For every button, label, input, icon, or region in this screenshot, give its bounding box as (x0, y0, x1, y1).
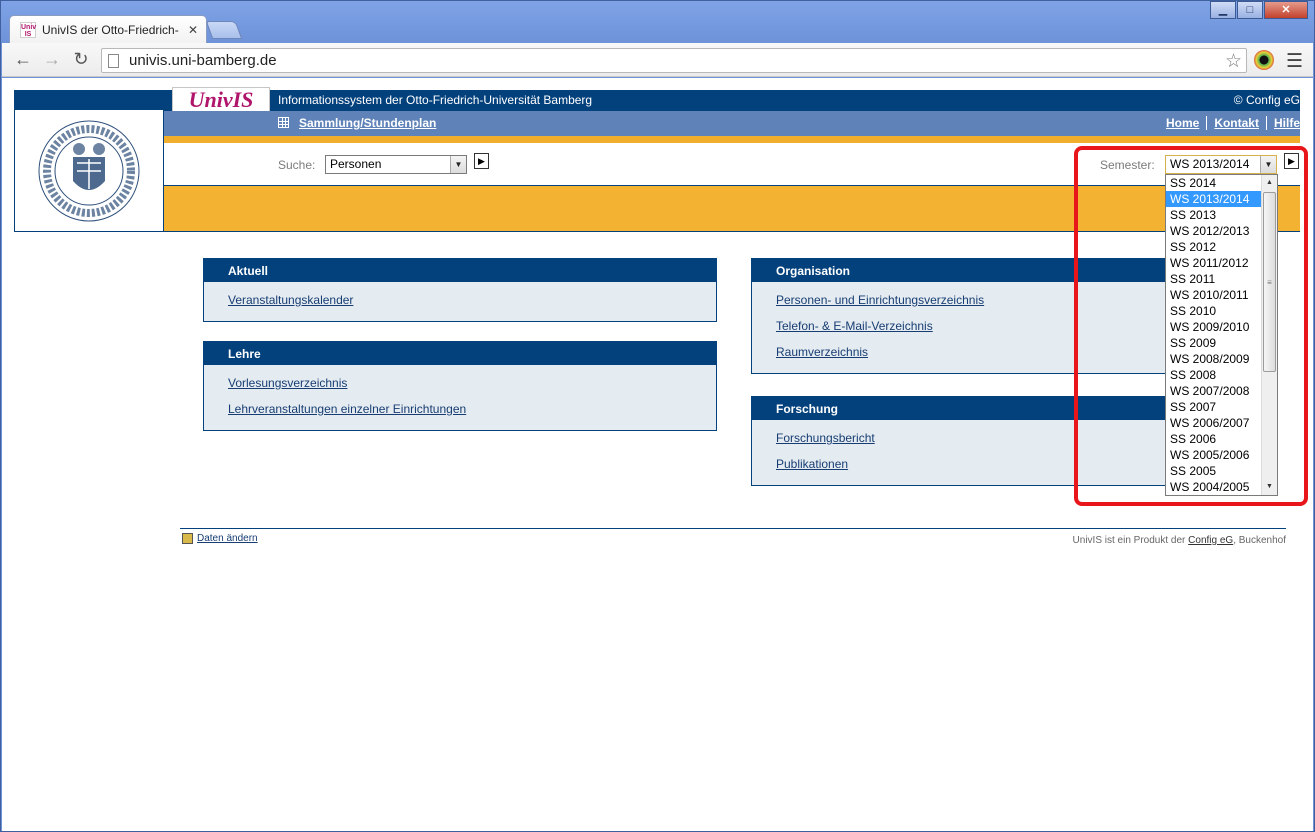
semester-option[interactable]: WS 2010/2011 (1166, 287, 1262, 303)
search-type-select[interactable]: Personen ▼ (325, 155, 467, 174)
navigation-bar: Sammlung/Stundenplan Home Kontakt Hilfe (164, 111, 1300, 136)
nav-links: Home Kontakt Hilfe (1159, 116, 1300, 130)
semester-label: Semester: (1100, 158, 1155, 172)
orange-divider (164, 136, 1300, 143)
nav-sammlung-stundenplan[interactable]: Sammlung/Stundenplan (299, 116, 436, 130)
box-aktuell-title: Aktuell (204, 259, 716, 282)
close-window-button[interactable]: ✕ (1264, 1, 1308, 19)
semester-option[interactable]: SS 2012 (1166, 239, 1262, 255)
semester-option[interactable]: WS 2004/2005 (1166, 479, 1262, 495)
semester-option[interactable]: WS 2012/2013 (1166, 223, 1262, 239)
maximize-button[interactable]: □ (1237, 1, 1263, 19)
footer-product-text: UnivIS ist ein Produkt der (1072, 535, 1186, 546)
semester-option[interactable]: SS 2010 (1166, 303, 1262, 319)
minimize-button[interactable]: ▁ (1210, 1, 1236, 19)
link-lehrveranstaltungen[interactable]: Lehrveranstaltungen einzelner Einrichtun… (228, 402, 716, 416)
orange-band (164, 185, 1300, 232)
semester-select[interactable]: WS 2013/2014 ▼ (1165, 155, 1277, 174)
web-page: UnivIS Informationssystem der Otto-Fried… (2, 78, 1313, 831)
back-arrow-icon[interactable]: ← (12, 50, 34, 70)
semester-option[interactable]: WS 2006/2007 (1166, 415, 1262, 431)
scroll-thumb[interactable]: ≡ (1263, 192, 1276, 372)
page-icon (108, 53, 119, 68)
system-title: Informationssystem der Otto-Friedrich-Un… (278, 93, 593, 107)
search-row: Suche: Personen ▼ ▶ Semester: ▶ (164, 143, 1300, 185)
semester-option[interactable]: WS 2011/2012 (1166, 255, 1262, 271)
tab-title: UnivIS der Otto-Friedrich- (42, 22, 179, 37)
new-tab-button[interactable] (205, 21, 243, 39)
search-label: Suche: (278, 158, 316, 172)
university-seal-icon (38, 120, 140, 221)
link-vorlesungsverzeichnis[interactable]: Vorlesungsverzeichnis (228, 376, 716, 390)
forward-arrow-icon[interactable]: → (41, 50, 63, 70)
logo-top-strip (14, 90, 164, 110)
browser-toolbar: ← → ↻ ☆ ☰ (2, 43, 1313, 77)
scroll-down-icon[interactable]: ▼ (1262, 479, 1277, 495)
semester-option[interactable]: SS 2014 (1166, 175, 1262, 191)
search-type-value: Personen (330, 157, 382, 171)
link-veranstaltungskalender[interactable]: Veranstaltungskalender (228, 293, 716, 307)
semester-option[interactable]: SS 2005 (1166, 463, 1262, 479)
daten-aendern-link[interactable]: Daten ändern (197, 533, 258, 544)
nav-kontakt-link[interactable]: Kontakt (1206, 116, 1266, 130)
scroll-up-icon[interactable]: ▲ (1262, 175, 1277, 191)
menu-icon[interactable]: ☰ (1286, 50, 1303, 73)
semester-option[interactable]: SS 2006 (1166, 431, 1262, 447)
semester-option[interactable]: SS 2007 (1166, 399, 1262, 415)
semester-option[interactable]: WS 2007/2008 (1166, 383, 1262, 399)
univis-logo[interactable]: UnivIS (172, 87, 270, 113)
semester-option[interactable]: SS 2013 (1166, 207, 1262, 223)
chevron-down-icon[interactable]: ▼ (450, 156, 466, 173)
semester-option[interactable]: WS 2009/2010 (1166, 319, 1262, 335)
semester-dropdown: SS 2014 WS 2013/2014 SS 2013 WS 2012/2013 SS… (1165, 174, 1278, 496)
chevron-down-icon[interactable]: ▼ (1260, 156, 1276, 173)
semester-option[interactable]: WS 2013/2014 (1166, 191, 1262, 207)
box-aktuell: Aktuell Veranstaltungskalender (203, 258, 717, 322)
config-eg-link[interactable]: Config eG (1188, 535, 1233, 546)
extension-icon[interactable] (1254, 50, 1274, 70)
footer-location-text: , Buckenhof (1233, 535, 1286, 546)
reload-icon[interactable]: ↻ (70, 50, 92, 70)
grid-icon (278, 117, 289, 128)
footer-left: Daten ändern (182, 533, 258, 544)
browser-tab[interactable]: Univ IS UnivIS der Otto-Friedrich- ✕ (9, 15, 207, 43)
close-tab-icon[interactable]: ✕ (188, 23, 198, 37)
url-input[interactable] (127, 51, 1246, 70)
search-go-button[interactable]: ▶ (474, 153, 489, 169)
semester-option[interactable]: SS 2008 (1166, 367, 1262, 383)
univis-header: UnivIS Informationssystem der Otto-Fried… (14, 87, 1300, 232)
dropdown-scrollbar[interactable]: ▲ ≡ ▼ (1261, 175, 1277, 495)
bookmark-star-icon[interactable]: ☆ (1225, 50, 1242, 73)
nav-home-link[interactable]: Home (1159, 116, 1206, 130)
address-bar[interactable]: ☆ (101, 48, 1247, 73)
box-lehre-title: Lehre (204, 342, 716, 365)
footer-right: UnivIS ist ein Produkt der Config eG, Bu… (1073, 535, 1286, 546)
semester-option[interactable]: SS 2009 (1166, 335, 1262, 351)
window-controls: ▁ □ ✕ (1209, 1, 1308, 19)
university-seal (14, 110, 164, 232)
semester-option[interactable]: SS 2011 (1166, 271, 1262, 287)
box-lehre: Lehre Vorlesungsverzeichnis Lehrveransta… (203, 341, 717, 431)
footer-divider (180, 528, 1286, 529)
semester-select-value: WS 2013/2014 (1170, 157, 1250, 171)
semester-option-list: SS 2014 WS 2013/2014 SS 2013 WS 2012/2013 SS… (1166, 175, 1262, 495)
univis-favicon-icon: Univ IS (20, 21, 37, 38)
nav-hilfe-link[interactable]: Hilfe (1265, 116, 1300, 130)
copyright-text: © Config eG (1233, 93, 1300, 107)
header-bar: UnivIS Informationssystem der Otto-Fried… (164, 87, 1300, 113)
lock-icon (182, 533, 193, 544)
browser-window: Univ IS UnivIS der Otto-Friedrich- ✕ ▁ □… (0, 0, 1315, 832)
semester-option[interactable]: WS 2008/2009 (1166, 351, 1262, 367)
semester-go-button[interactable]: ▶ (1284, 153, 1299, 169)
semester-option[interactable]: WS 2005/2006 (1166, 447, 1262, 463)
